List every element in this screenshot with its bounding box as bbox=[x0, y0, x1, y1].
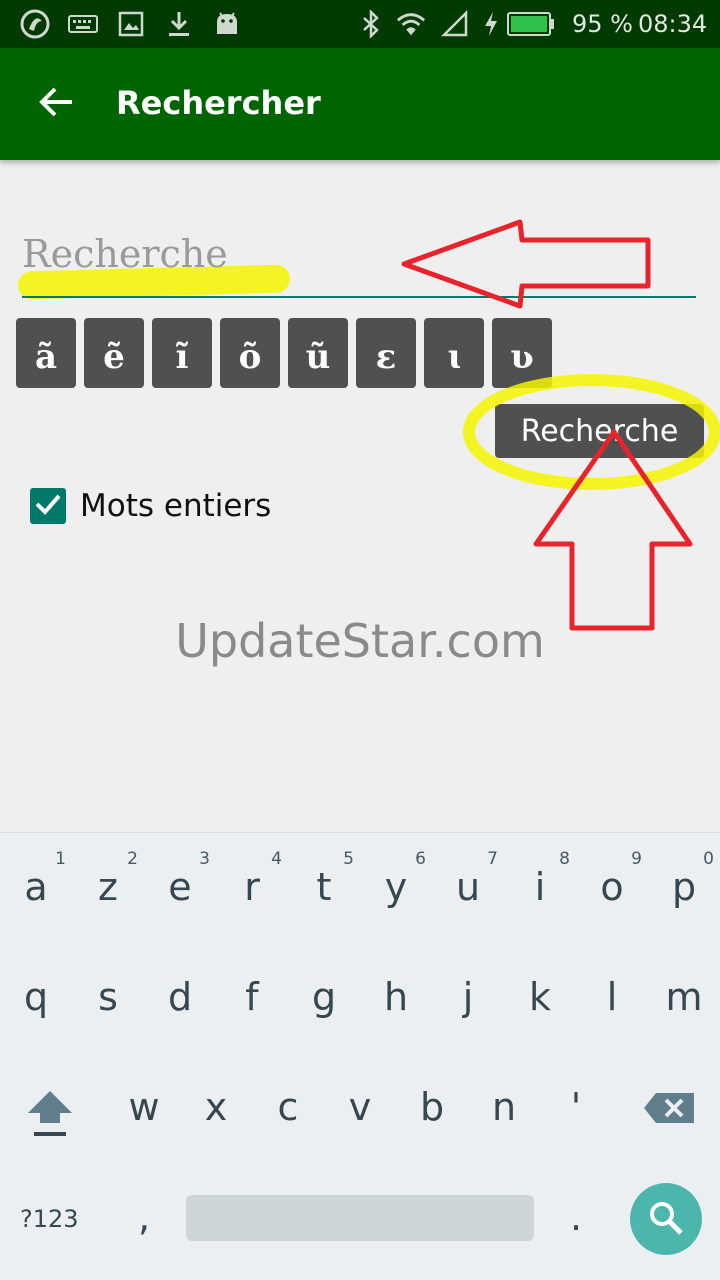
space-key[interactable] bbox=[186, 1195, 534, 1241]
shift-icon bbox=[24, 1087, 76, 1143]
key-g[interactable]: g bbox=[288, 943, 360, 1043]
key-m[interactable]: m bbox=[648, 943, 720, 1043]
app-logo-icon bbox=[20, 9, 50, 39]
status-bar: 95 % 08:34 bbox=[0, 0, 720, 48]
key-k[interactable]: k bbox=[504, 943, 576, 1043]
search-input[interactable] bbox=[22, 222, 696, 286]
search-input-underline bbox=[22, 296, 696, 298]
download-icon bbox=[164, 9, 194, 39]
char-key-e-tilde[interactable]: ẽ bbox=[84, 318, 144, 388]
key-n[interactable]: n bbox=[468, 1053, 540, 1153]
key-f[interactable]: f bbox=[216, 943, 288, 1043]
key-j[interactable]: j bbox=[432, 943, 504, 1043]
period-key[interactable]: . bbox=[540, 1163, 612, 1263]
image-icon bbox=[116, 9, 146, 39]
char-key-o-tilde[interactable]: õ bbox=[220, 318, 280, 388]
key-c[interactable]: c bbox=[252, 1053, 324, 1153]
app-bar: Rechercher bbox=[0, 48, 720, 160]
key-h[interactable]: h bbox=[360, 943, 432, 1043]
whole-words-checkbox[interactable] bbox=[30, 488, 66, 524]
back-button[interactable] bbox=[28, 76, 84, 132]
key-y[interactable]: 6y bbox=[360, 833, 432, 933]
key-a[interactable]: 1a bbox=[0, 833, 72, 933]
shift-key[interactable] bbox=[14, 1053, 86, 1153]
charging-icon bbox=[476, 9, 506, 39]
key-l[interactable]: l bbox=[576, 943, 648, 1043]
char-key-u-tilde[interactable]: ũ bbox=[288, 318, 348, 388]
key-x[interactable]: x bbox=[180, 1053, 252, 1153]
soft-keyboard: 1a 2z 3e 4r 5t 6y 7u 8i 9o 0p q s d f g … bbox=[0, 832, 720, 1280]
key-s[interactable]: s bbox=[72, 943, 144, 1043]
key-q[interactable]: q bbox=[0, 943, 72, 1043]
watermark: UpdateStar.com bbox=[175, 614, 545, 668]
page-title: Rechercher bbox=[116, 84, 321, 122]
battery-percent: 95 % bbox=[572, 10, 633, 38]
key-t[interactable]: 5t bbox=[288, 833, 360, 933]
signal-icon bbox=[440, 9, 470, 39]
comma-key[interactable]: , bbox=[108, 1163, 180, 1263]
android-icon bbox=[212, 9, 242, 39]
checkmark-icon bbox=[34, 492, 62, 521]
key-w[interactable]: w bbox=[108, 1053, 180, 1153]
search-button[interactable]: Recherche bbox=[495, 404, 704, 458]
key-b[interactable]: b bbox=[396, 1053, 468, 1153]
key-u[interactable]: 7u bbox=[432, 833, 504, 933]
key-o[interactable]: 9o bbox=[576, 833, 648, 933]
key-z[interactable]: 2z bbox=[72, 833, 144, 933]
keyboard-icon bbox=[68, 9, 98, 39]
symbols-key[interactable]: ?123 bbox=[20, 1205, 79, 1233]
char-key-a-tilde[interactable]: ã bbox=[16, 318, 76, 388]
whole-words-label[interactable]: Mots entiers bbox=[80, 488, 271, 524]
clock: 08:34 bbox=[638, 10, 708, 38]
bluetooth-icon bbox=[356, 9, 386, 39]
search-icon bbox=[648, 1200, 684, 1239]
key-i[interactable]: 8i bbox=[504, 833, 576, 933]
char-key-upsilon[interactable]: ʋ bbox=[492, 318, 552, 388]
char-key-iota[interactable]: ɩ bbox=[424, 318, 484, 388]
key-e[interactable]: 3e bbox=[144, 833, 216, 933]
key-p[interactable]: 0p bbox=[648, 833, 720, 933]
key-apostrophe[interactable]: ' bbox=[540, 1053, 612, 1153]
char-key-open-e[interactable]: ɛ bbox=[356, 318, 416, 388]
key-r[interactable]: 4r bbox=[216, 833, 288, 933]
backspace-key[interactable] bbox=[634, 1053, 706, 1153]
wifi-icon bbox=[396, 9, 426, 39]
arrow-left-icon bbox=[38, 86, 74, 123]
battery-icon bbox=[506, 9, 556, 39]
char-key-i-tilde[interactable]: ĩ bbox=[152, 318, 212, 388]
key-d[interactable]: d bbox=[144, 943, 216, 1043]
backspace-icon bbox=[642, 1091, 696, 1129]
up-arrow-annotation bbox=[533, 429, 693, 631]
search-enter-key[interactable] bbox=[630, 1183, 702, 1255]
key-v[interactable]: v bbox=[324, 1053, 396, 1153]
